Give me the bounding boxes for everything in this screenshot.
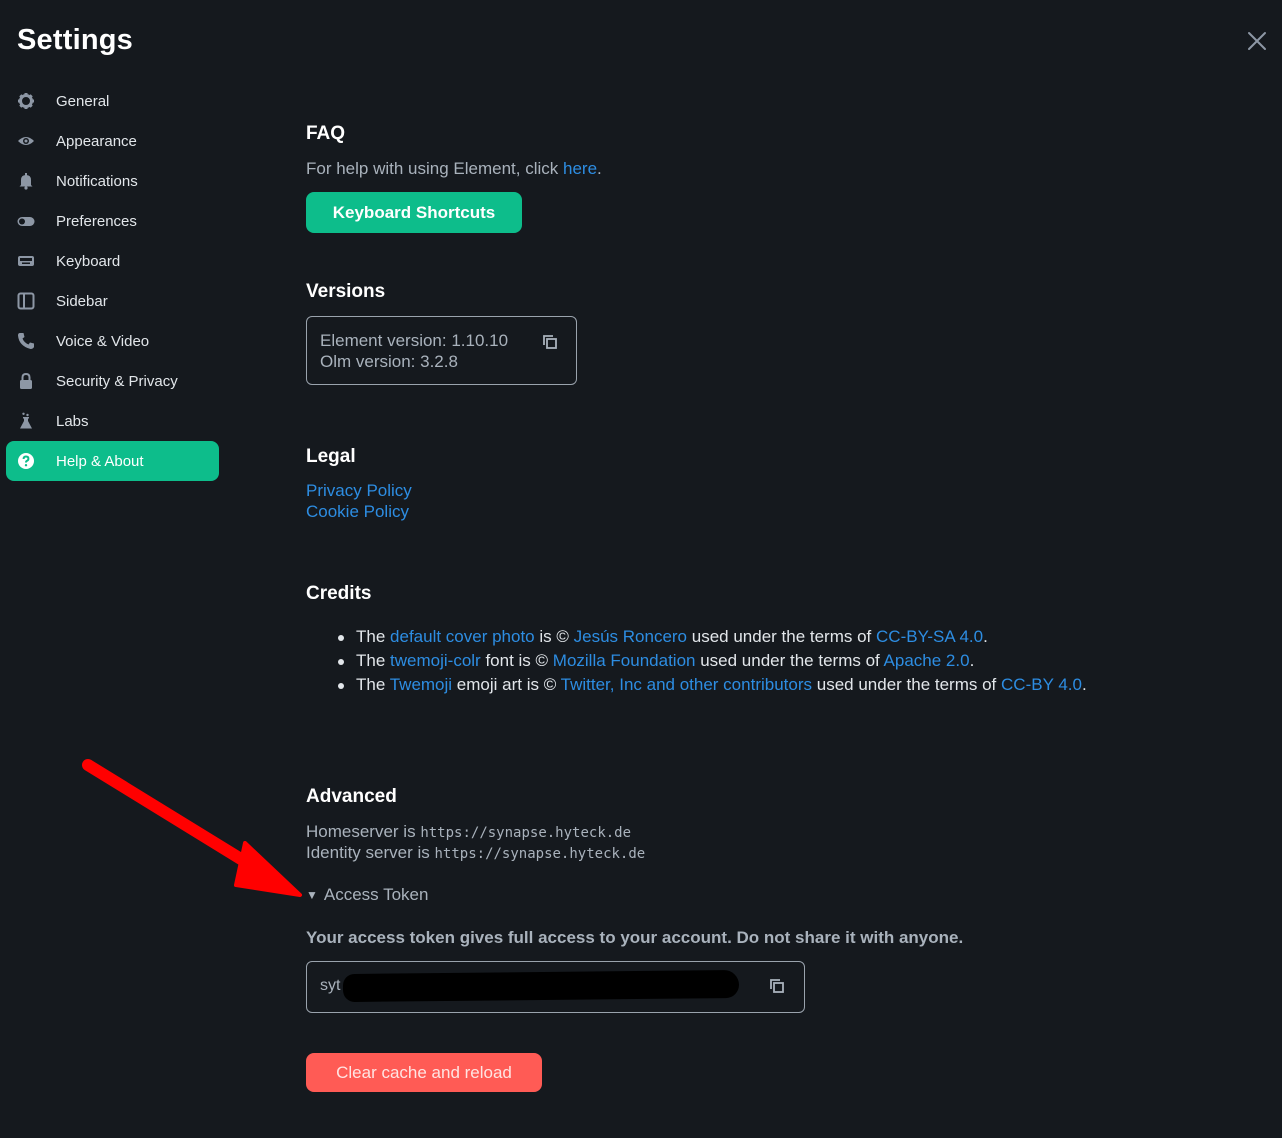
identity-server-line: Identity server is https://synapse.hytec… [306, 843, 645, 863]
cookie-policy-link[interactable]: Cookie Policy [306, 502, 409, 522]
credit-text: The [356, 651, 391, 670]
flask-icon [17, 412, 35, 430]
sidebar-item-sidebar[interactable]: Sidebar [6, 281, 219, 321]
credits-list: The default cover photo is © Jesús Ronce… [336, 625, 1156, 697]
sidebar-item-label: Help & About [56, 452, 144, 470]
sidebar-item-voice-video[interactable]: Voice & Video [6, 321, 219, 361]
identity-server-label: Identity server is [306, 843, 435, 862]
close-button[interactable] [1244, 28, 1270, 54]
mozilla-foundation-link[interactable]: Mozilla Foundation [553, 651, 696, 670]
keyboard-icon [17, 252, 35, 270]
sidebar-item-help-about[interactable]: Help & About [6, 441, 219, 481]
access-token-label: Access Token [323, 885, 429, 904]
element-version: Element version: 1.10.10 [320, 331, 509, 350]
sidebar-item-general[interactable]: General [6, 81, 219, 121]
versions-heading: Versions [306, 281, 386, 302]
sidebar-item-label: Labs [56, 412, 89, 430]
legal-heading: Legal [306, 446, 356, 467]
sidebar-icon [17, 292, 35, 310]
gear-icon [17, 92, 35, 110]
bell-icon [17, 172, 35, 190]
twemoji-colr-link[interactable]: twemoji-colr [390, 651, 481, 670]
credit-text: The [356, 627, 391, 646]
homeserver-url: https://synapse.hyteck.de [420, 825, 632, 841]
faq-text: For help with using Element, click here. [306, 159, 602, 179]
credit-item: The Twemoji emoji art is © Twitter, Inc … [336, 673, 1156, 697]
identity-server-url: https://synapse.hyteck.de [434, 846, 646, 862]
sidebar-item-label: Sidebar [56, 292, 108, 310]
access-token-value: syt [320, 977, 341, 994]
access-token-field[interactable]: syt [306, 961, 805, 1013]
clear-cache-reload-button[interactable]: Clear cache and reload [306, 1053, 542, 1092]
twitter-link[interactable]: Twitter, Inc and other contributors [561, 675, 812, 694]
credit-text: . [1081, 675, 1087, 694]
credit-text: used under the terms of [812, 675, 1002, 694]
sidebar-item-label: Security & Privacy [56, 372, 178, 390]
twemoji-link[interactable]: Twemoji [390, 675, 452, 694]
cc-by-sa-link[interactable]: CC-BY-SA 4.0 [876, 627, 983, 646]
red-arrow-annotation [82, 759, 302, 897]
homeserver-label: Homeserver is [306, 822, 421, 841]
sidebar-item-label: Keyboard [56, 252, 121, 270]
sidebar-item-label: General [56, 92, 110, 110]
homeserver-line: Homeserver is https://synapse.hyteck.de [306, 822, 631, 842]
credit-text: emoji art is © [452, 675, 561, 694]
faq-text-suffix: . [597, 159, 602, 178]
close-icon [1248, 32, 1266, 50]
access-token-warning: Your access token gives full access to y… [306, 928, 964, 947]
apache-link[interactable]: Apache 2.0 [884, 651, 970, 670]
advanced-heading: Advanced [306, 786, 397, 807]
copy-token-button[interactable] [768, 977, 786, 995]
sidebar-item-label: Notifications [56, 172, 138, 190]
sidebar-item-keyboard[interactable]: Keyboard [6, 241, 219, 281]
jesus-roncero-link[interactable]: Jesús Roncero [574, 627, 687, 646]
credit-text: used under the terms of [695, 651, 884, 670]
sidebar-item-label: Voice & Video [56, 332, 150, 350]
versions-box: Element version: 1.10.10 Olm version: 3.… [306, 316, 577, 385]
settings-title: Settings [17, 24, 133, 56]
copy-versions-button[interactable] [541, 333, 559, 351]
privacy-policy-link[interactable]: Privacy Policy [306, 481, 412, 501]
faq-heading: FAQ [306, 123, 346, 144]
sidebar-item-appearance[interactable]: Appearance [6, 121, 219, 161]
faq-text-prefix: For help with using Element, click [306, 159, 563, 178]
copy-icon [770, 979, 784, 993]
credit-text: font is © [480, 651, 553, 670]
sidebar-item-labs[interactable]: Labs [6, 401, 219, 441]
credit-text: . [969, 651, 975, 670]
olm-version: Olm version: 3.2.8 [320, 352, 458, 371]
faq-here-link[interactable]: here [563, 159, 597, 178]
toggle-icon [17, 212, 35, 230]
sidebar-item-label: Appearance [56, 132, 137, 150]
credit-item: The default cover photo is © Jesús Ronce… [336, 625, 1156, 649]
cc-by-link[interactable]: CC-BY 4.0 [1001, 675, 1082, 694]
redaction-mark [342, 969, 740, 1003]
eye-icon [17, 132, 35, 150]
copy-icon [543, 335, 557, 349]
credit-text: . [983, 627, 988, 646]
credit-text: is © [534, 627, 574, 646]
access-token-toggle[interactable]: ▼ Access Token [306, 885, 428, 905]
phone-icon [17, 332, 35, 350]
sidebar-item-label: Preferences [56, 212, 137, 230]
credits-heading: Credits [306, 583, 372, 604]
sidebar-item-security-privacy[interactable]: Security & Privacy [6, 361, 219, 401]
help-icon [17, 452, 35, 470]
keyboard-shortcuts-button[interactable]: Keyboard Shortcuts [306, 192, 522, 233]
sidebar-item-preferences[interactable]: Preferences [6, 201, 219, 241]
settings-sidebar: General Appearance Notifications Prefere… [6, 81, 219, 481]
credit-item: The twemoji-colr font is © Mozilla Found… [336, 649, 1156, 673]
default-cover-photo-link[interactable]: default cover photo [390, 627, 535, 646]
credit-text: used under the terms of [687, 627, 877, 646]
sidebar-item-notifications[interactable]: Notifications [6, 161, 219, 201]
lock-icon [17, 372, 35, 390]
credit-text: The [356, 675, 390, 694]
